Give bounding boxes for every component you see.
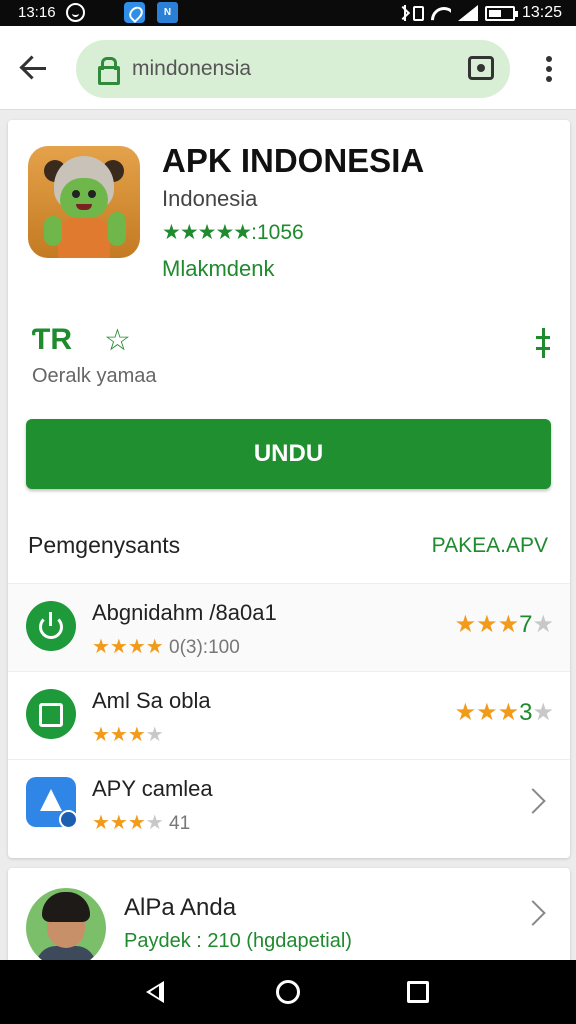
status-icons: 13:25 (396, 2, 562, 24)
list-item-stars: ★★★★ (92, 812, 164, 834)
list-item-sub: ★★★★ (92, 722, 164, 747)
list-item-title: Aml Sa obla (92, 688, 211, 713)
chevron-right-icon[interactable] (520, 788, 546, 814)
battery-icon (484, 5, 518, 21)
app-notification-icon (124, 2, 145, 23)
tab-switcher-icon[interactable] (468, 56, 494, 80)
install-count-icon: ƬR (32, 323, 72, 356)
list-item-rating: ★★★7★ (455, 610, 554, 639)
browser-toolbar: mindonensia (0, 26, 576, 110)
app-store-icon (26, 777, 78, 829)
more-options-icon[interactable] (536, 328, 550, 358)
list-item[interactable]: APY camlea ★★★★ 41 (8, 759, 570, 847)
wifi-icon (431, 5, 451, 21)
list-item-sub: ★★★★ 41 (92, 810, 190, 835)
rating-dim-star: ★ (532, 699, 554, 726)
rating-stars: ★★★ (454, 611, 520, 638)
app-developer[interactable]: Indonesia (162, 186, 257, 212)
app-badge-icon: N (157, 2, 178, 23)
navigation-bar (0, 960, 576, 1024)
rating-count: :1056 (251, 221, 304, 244)
section-title: Pemgenysants (28, 532, 181, 558)
app-details-card: APK INDONESIA Indonesia ★★★★★:1056 Mlakm… (8, 120, 570, 858)
rating-dim-star: ★ (532, 611, 554, 638)
list-item-sub: ★★★★ 0(3):100 (92, 634, 240, 659)
app-category[interactable]: Mlakmdenk (162, 256, 274, 282)
list-item-title: Abgnidahm /8a0a1 (92, 600, 277, 625)
author-subtitle: Paydek : 210 (hgdapetial) (124, 930, 352, 952)
list-item-rating: ★★★3★ (455, 698, 554, 727)
vibrate-icon (412, 5, 424, 21)
back-arrow-icon[interactable] (20, 54, 48, 82)
app-title: APK INDONESIA (162, 142, 425, 179)
power-icon (26, 601, 76, 651)
lock-icon (98, 57, 120, 85)
app-rating: ★★★★★:1056 (162, 220, 304, 245)
list-item-stars: ★★★★ (92, 636, 164, 658)
chevron-right-icon[interactable] (520, 900, 546, 926)
rating-value: 7 (519, 611, 533, 638)
list-item-title: APY camlea (92, 776, 213, 801)
status-bar: 13:16 N 13:25 (0, 0, 576, 26)
rating-stars: ★★★ (454, 699, 520, 726)
list-item[interactable]: Aml Sa obla ★★★★ ★★★3★ (8, 671, 570, 759)
notification-icon (66, 3, 85, 22)
section-link[interactable]: PAKEA.APV (432, 534, 548, 558)
list-item-stars: ★★★★ (92, 724, 164, 746)
list-item[interactable]: Abgnidahm /8a0a1 ★★★★ 0(3):100 ★★★7★ (8, 583, 570, 671)
author-name: AlPa Anda (124, 894, 237, 921)
avatar (26, 888, 106, 968)
signal-icon (457, 5, 478, 21)
status-time-right: 13:25 (521, 4, 562, 21)
chat-icon (26, 689, 76, 739)
address-bar[interactable]: mindonensia (76, 40, 510, 98)
url-text[interactable]: mindonensia (132, 57, 251, 81)
menu-dots-icon[interactable] (546, 56, 552, 82)
wishlist-star-icon[interactable]: ☆ (104, 323, 131, 358)
install-button[interactable]: UNDU (26, 419, 551, 489)
status-time-left: 13:16 (18, 4, 56, 21)
rating-value: 3 (519, 699, 533, 726)
nav-back-icon[interactable] (146, 981, 164, 1003)
info-text: Oeralk yamaa (32, 365, 157, 387)
rating-stars: ★★★★★ (162, 221, 252, 244)
app-icon (28, 146, 140, 258)
nav-recents-icon[interactable] (407, 981, 429, 1003)
nav-home-icon[interactable] (276, 980, 300, 1004)
bluetooth-icon (396, 5, 406, 21)
list-item-sub-text: 0(3):100 (169, 637, 240, 658)
list-item-sub-text: 41 (169, 813, 191, 834)
